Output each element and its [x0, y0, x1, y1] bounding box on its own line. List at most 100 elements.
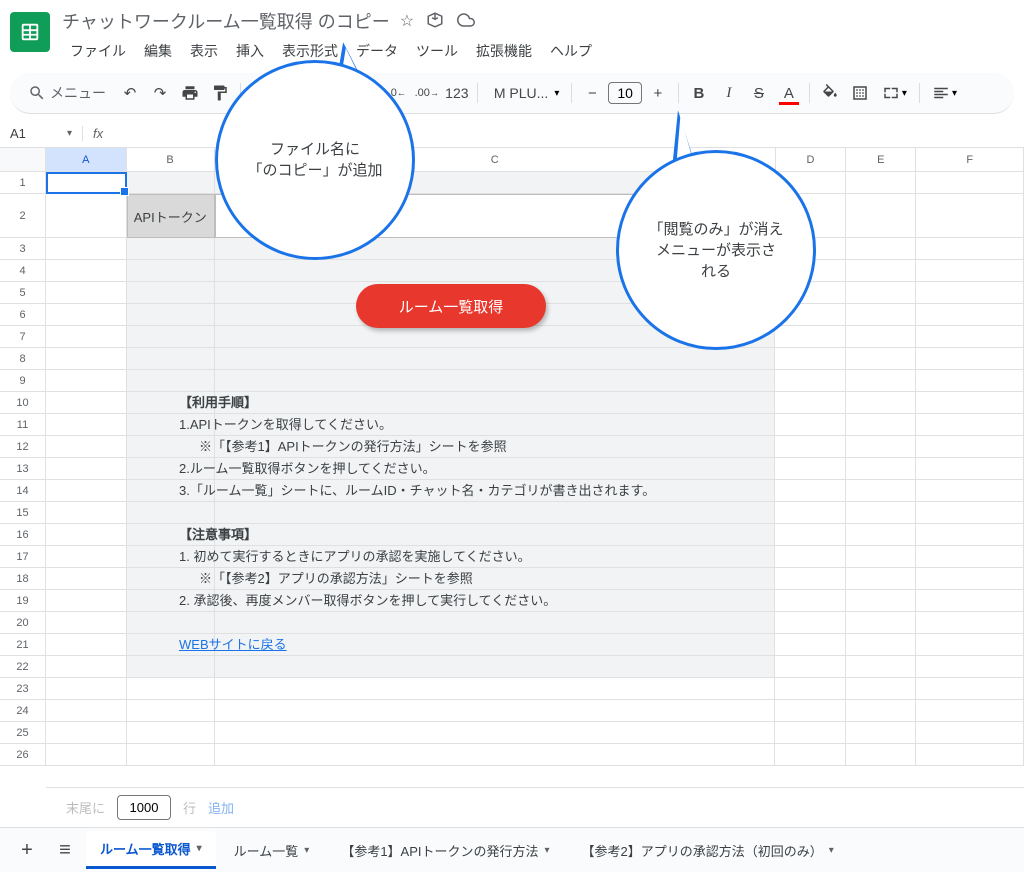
sheet-tab[interactable]: 【参考2】アプリの承認方法（初回のみ）▾ [568, 833, 848, 868]
row-header[interactable]: 6 [0, 304, 46, 326]
col-header[interactable]: F [916, 148, 1024, 172]
add-rows-suffix: 行 [183, 798, 196, 817]
menu-view[interactable]: 表示 [182, 37, 226, 65]
usage-heading: 【利用手順】 [179, 392, 655, 414]
row-header[interactable]: 11 [0, 414, 46, 436]
name-box[interactable]: A1▾ [0, 126, 82, 141]
select-all-corner[interactable] [0, 148, 46, 172]
chevron-down-icon[interactable]: ▾ [545, 845, 550, 856]
annotation-callout-2: 「閲覧のみ」が消え メニューが表示さ れる [616, 150, 816, 350]
menu-edit[interactable]: 編集 [136, 37, 180, 65]
instruction-line: 2. 承認後、再度メンバー取得ボタンを押して実行してください。 [179, 590, 655, 612]
all-sheets-button[interactable]: ≡ [48, 833, 82, 867]
menu-bar: ファイル 編集 表示 挿入 表示形式 データ ツール 拡張機能 ヘルプ [62, 37, 1014, 65]
search-icon [28, 84, 46, 102]
notes-heading: 【注意事項】 [179, 524, 655, 546]
row-header[interactable]: 2 [0, 194, 46, 238]
add-rows-bar: 末尾に 行 追加 [46, 787, 1024, 827]
menu-file[interactable]: ファイル [62, 37, 134, 65]
sheets-logo[interactable] [10, 12, 50, 52]
chevron-down-icon[interactable]: ▾ [197, 843, 202, 854]
sheet-tab-active[interactable]: ルーム一覧取得▾ [86, 831, 216, 869]
col-header[interactable]: E [846, 148, 916, 172]
print-button[interactable] [176, 79, 204, 107]
merge-dropdown[interactable]: ▾ [876, 80, 913, 106]
star-icon[interactable]: ☆ [400, 11, 414, 31]
row-header[interactable]: 12 [0, 436, 46, 458]
row-header[interactable]: 5 [0, 282, 46, 304]
italic-button[interactable]: I [715, 79, 743, 107]
paint-format-button[interactable] [206, 79, 234, 107]
row-header[interactable]: 1 [0, 172, 46, 194]
header: チャットワークルーム一覧取得 のコピー ☆ ファイル 編集 表示 挿入 表示形式… [0, 0, 1024, 65]
col-header[interactable]: D [776, 148, 846, 172]
col-header[interactable]: B [127, 148, 215, 172]
redo-button[interactable]: ↷ [146, 79, 174, 107]
instruction-line: 2.ルーム一覧取得ボタンを押してください。 [179, 458, 655, 480]
cell-A1[interactable] [46, 172, 127, 194]
formula-bar: A1▾ fx [0, 120, 1024, 148]
text-color-button[interactable]: A [775, 79, 803, 107]
fill-color-button[interactable] [816, 79, 844, 107]
document-title[interactable]: チャットワークルーム一覧取得 のコピー [62, 8, 390, 34]
spreadsheet-grid[interactable]: 1 2 3 4 5 6 7 8 9 10 11 12 13 14 15 16 1… [0, 148, 1024, 766]
increase-decimal-button[interactable]: .00→ [413, 79, 441, 107]
row-header[interactable]: 10 [0, 392, 46, 414]
row-header[interactable]: 4 [0, 260, 46, 282]
row-header[interactable]: 24 [0, 700, 46, 722]
annotation-callout-1: ファイル名に 「のコピー」が追加 [215, 60, 415, 260]
instruction-line: 1. 初めて実行するときにアプリの承認を実施してください。 [179, 546, 655, 568]
add-rows-button[interactable]: 追加 [208, 798, 234, 817]
number-format-button[interactable]: 123 [443, 79, 471, 107]
undo-button[interactable]: ↶ [116, 79, 144, 107]
strike-button[interactable]: S [745, 79, 773, 107]
menu-search[interactable]: メニュー [20, 79, 114, 107]
web-link[interactable]: WEBサイトに戻る [179, 637, 287, 652]
font-size-increase[interactable]: + [644, 79, 672, 107]
bold-button[interactable]: B [685, 79, 713, 107]
instruction-line: 1.APIトークンを取得してください。 [179, 414, 655, 436]
col-header[interactable]: A [46, 148, 127, 172]
menu-insert[interactable]: 挿入 [228, 37, 272, 65]
borders-button[interactable] [846, 79, 874, 107]
row-header[interactable]: 21 [0, 634, 46, 656]
api-token-label: APIトークン [127, 194, 215, 238]
font-dropdown[interactable]: M PLU...▾ [484, 81, 566, 105]
row-header[interactable]: 16 [0, 524, 46, 546]
row-header[interactable]: 15 [0, 502, 46, 524]
menu-tools[interactable]: ツール [408, 37, 466, 65]
row-header[interactable]: 9 [0, 370, 46, 392]
row-header[interactable]: 22 [0, 656, 46, 678]
menu-help[interactable]: ヘルプ [542, 37, 600, 65]
row-header[interactable]: 17 [0, 546, 46, 568]
cloud-icon[interactable] [456, 11, 476, 31]
instruction-line: ※「【参考2】アプリの承認方法」シートを参照 [179, 568, 655, 590]
move-icon[interactable] [426, 11, 444, 31]
instructions: 【利用手順】 1.APIトークンを取得してください。 ※「【参考1】APIトーク… [179, 392, 655, 656]
sheet-tab[interactable]: ルーム一覧▾ [220, 833, 324, 868]
row-header[interactable]: 3 [0, 238, 46, 260]
row-header[interactable]: 13 [0, 458, 46, 480]
chevron-down-icon[interactable]: ▾ [829, 845, 834, 856]
toolbar: メニュー ↶ ↷ 100%▾ ¥ % .0← .00→ 123 M PLU...… [10, 73, 1014, 114]
align-dropdown[interactable]: ▾ [926, 80, 963, 106]
chevron-down-icon[interactable]: ▾ [304, 845, 309, 856]
sheet-tab[interactable]: 【参考1】APIトークンの発行方法▾ [327, 833, 563, 868]
font-size-decrease[interactable]: − [578, 79, 606, 107]
row-header[interactable]: 18 [0, 568, 46, 590]
get-room-list-button[interactable]: ルーム一覧取得 [356, 284, 546, 328]
row-header[interactable]: 8 [0, 348, 46, 370]
row-header[interactable]: 7 [0, 326, 46, 348]
row-header[interactable]: 26 [0, 744, 46, 766]
row-header[interactable]: 25 [0, 722, 46, 744]
row-header[interactable]: 20 [0, 612, 46, 634]
row-header[interactable]: 14 [0, 480, 46, 502]
add-sheet-button[interactable]: + [10, 833, 44, 867]
row-header[interactable]: 19 [0, 590, 46, 612]
menu-ext[interactable]: 拡張機能 [468, 37, 540, 65]
row-header[interactable]: 23 [0, 678, 46, 700]
instruction-line: ※「【参考1】APIトークンの発行方法」シートを参照 [179, 436, 655, 458]
font-size-input[interactable]: 10 [608, 82, 642, 104]
add-rows-input[interactable] [117, 795, 171, 820]
fx-label: fx [82, 126, 113, 141]
